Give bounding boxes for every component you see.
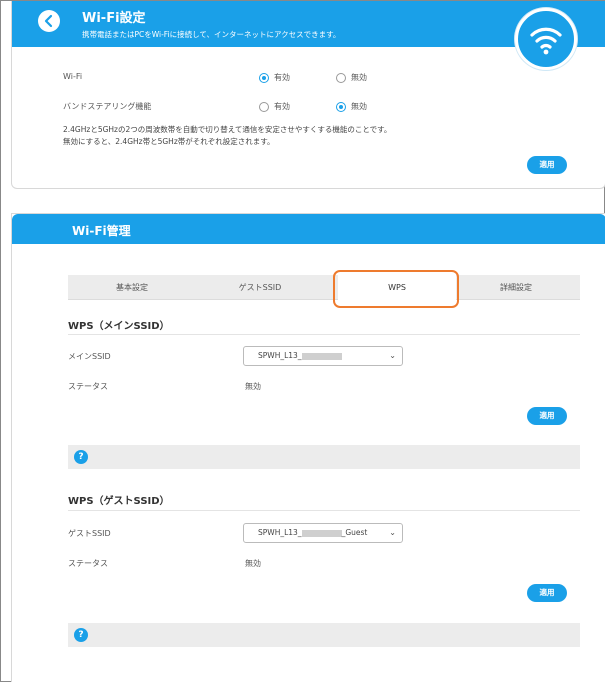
wifi-enabled-label: 有効 — [274, 73, 290, 82]
section-divider — [68, 510, 580, 511]
wps-tab-highlight — [333, 270, 459, 308]
main-ssid-label: メインSSID — [68, 352, 111, 361]
main-ssid-value: SPWH_L13_ — [258, 351, 302, 360]
main-wps-apply-button[interactable]: 適用 — [527, 407, 567, 425]
wifi-management-card: Wi-Fi管理 基本設定 ゲストSSID WPS 詳細設定 WPS（メインSSI… — [11, 213, 605, 682]
chevron-left-icon — [44, 14, 53, 28]
guest-ssid-suffix: _Guest — [341, 528, 368, 537]
description-line-2: 無効にすると、2.4GHz帯と5GHz帯がそれぞれ設定されます。 — [63, 137, 275, 146]
chevron-down-icon: ⌄ — [389, 528, 396, 537]
band-disabled-radio[interactable] — [336, 102, 346, 112]
wifi-badge — [515, 8, 577, 70]
masked-text — [301, 352, 342, 360]
main-status-label: ステータス — [68, 382, 108, 391]
wifi-disabled-radio[interactable] — [336, 73, 346, 83]
guest-wps-apply-button[interactable]: 適用 — [527, 584, 567, 602]
guest-help-bar: ? — [68, 623, 580, 647]
description-line-1: 2.4GHzと5GHzの2つの周波数帯を自動で切り替えて通信を安定させやすくする… — [63, 125, 392, 134]
management-tabs: 基本設定 ゲストSSID WPS 詳細設定 — [68, 275, 580, 300]
wifi-enabled-radio[interactable] — [259, 73, 269, 83]
help-icon[interactable]: ? — [74, 450, 88, 464]
wps-main-section-title: WPS（メインSSID） — [68, 321, 170, 332]
wifi-apply-button[interactable]: 適用 — [527, 156, 567, 174]
tab-advanced-settings[interactable]: 詳細設定 — [452, 275, 580, 300]
section-divider — [68, 334, 580, 335]
main-ssid-select[interactable]: SPWH_L13_ ⌄ — [243, 346, 403, 366]
masked-text — [301, 529, 342, 537]
band-steering-description: 2.4GHzと5GHzの2つの周波数帯を自動で切り替えて通信を安定させやすくする… — [63, 124, 391, 148]
main-status-value: 無効 — [245, 382, 261, 391]
guest-ssid-label: ゲストSSID — [68, 529, 111, 538]
main-help-bar: ? — [68, 445, 580, 469]
page-frame: Wi-Fi設定 携帯電話またはPCをWi-Fiに接続して、インターネットにアクセ… — [0, 0, 605, 682]
guest-status-label: ステータス — [68, 559, 108, 568]
wifi-icon — [530, 27, 562, 55]
tab-basic-settings[interactable]: 基本設定 — [68, 275, 196, 300]
wifi-management-header: Wi-Fi管理 — [12, 214, 605, 244]
band-disabled-label: 無効 — [351, 102, 367, 111]
guest-ssid-select[interactable]: SPWH_L13_ _Guest ⌄ — [243, 523, 403, 543]
chevron-down-icon: ⌄ — [389, 351, 396, 360]
guest-status-value: 無効 — [245, 559, 261, 568]
guest-ssid-prefix: SPWH_L13_ — [258, 528, 302, 537]
wifi-disabled-label: 無効 — [351, 73, 367, 82]
wifi-settings-subtitle: 携帯電話またはPCをWi-Fiに接続して、インターネットにアクセスできます。 — [82, 30, 341, 39]
wifi-management-title: Wi-Fi管理 — [72, 224, 131, 238]
back-button[interactable] — [38, 10, 60, 32]
wps-guest-section-title: WPS（ゲストSSID） — [68, 496, 170, 507]
wifi-settings-card: Wi-Fi設定 携帯電話またはPCをWi-Fiに接続して、インターネットにアクセ… — [11, 1, 605, 189]
tab-guest-ssid[interactable]: ゲストSSID — [196, 275, 324, 300]
band-enabled-radio[interactable] — [259, 102, 269, 112]
help-icon[interactable]: ? — [74, 628, 88, 642]
band-steering-label: バンドステアリング機能 — [63, 102, 152, 111]
band-enabled-label: 有効 — [274, 102, 290, 111]
wifi-settings-title: Wi-Fi設定 — [82, 11, 146, 26]
wifi-label: Wi-Fi — [63, 72, 83, 81]
